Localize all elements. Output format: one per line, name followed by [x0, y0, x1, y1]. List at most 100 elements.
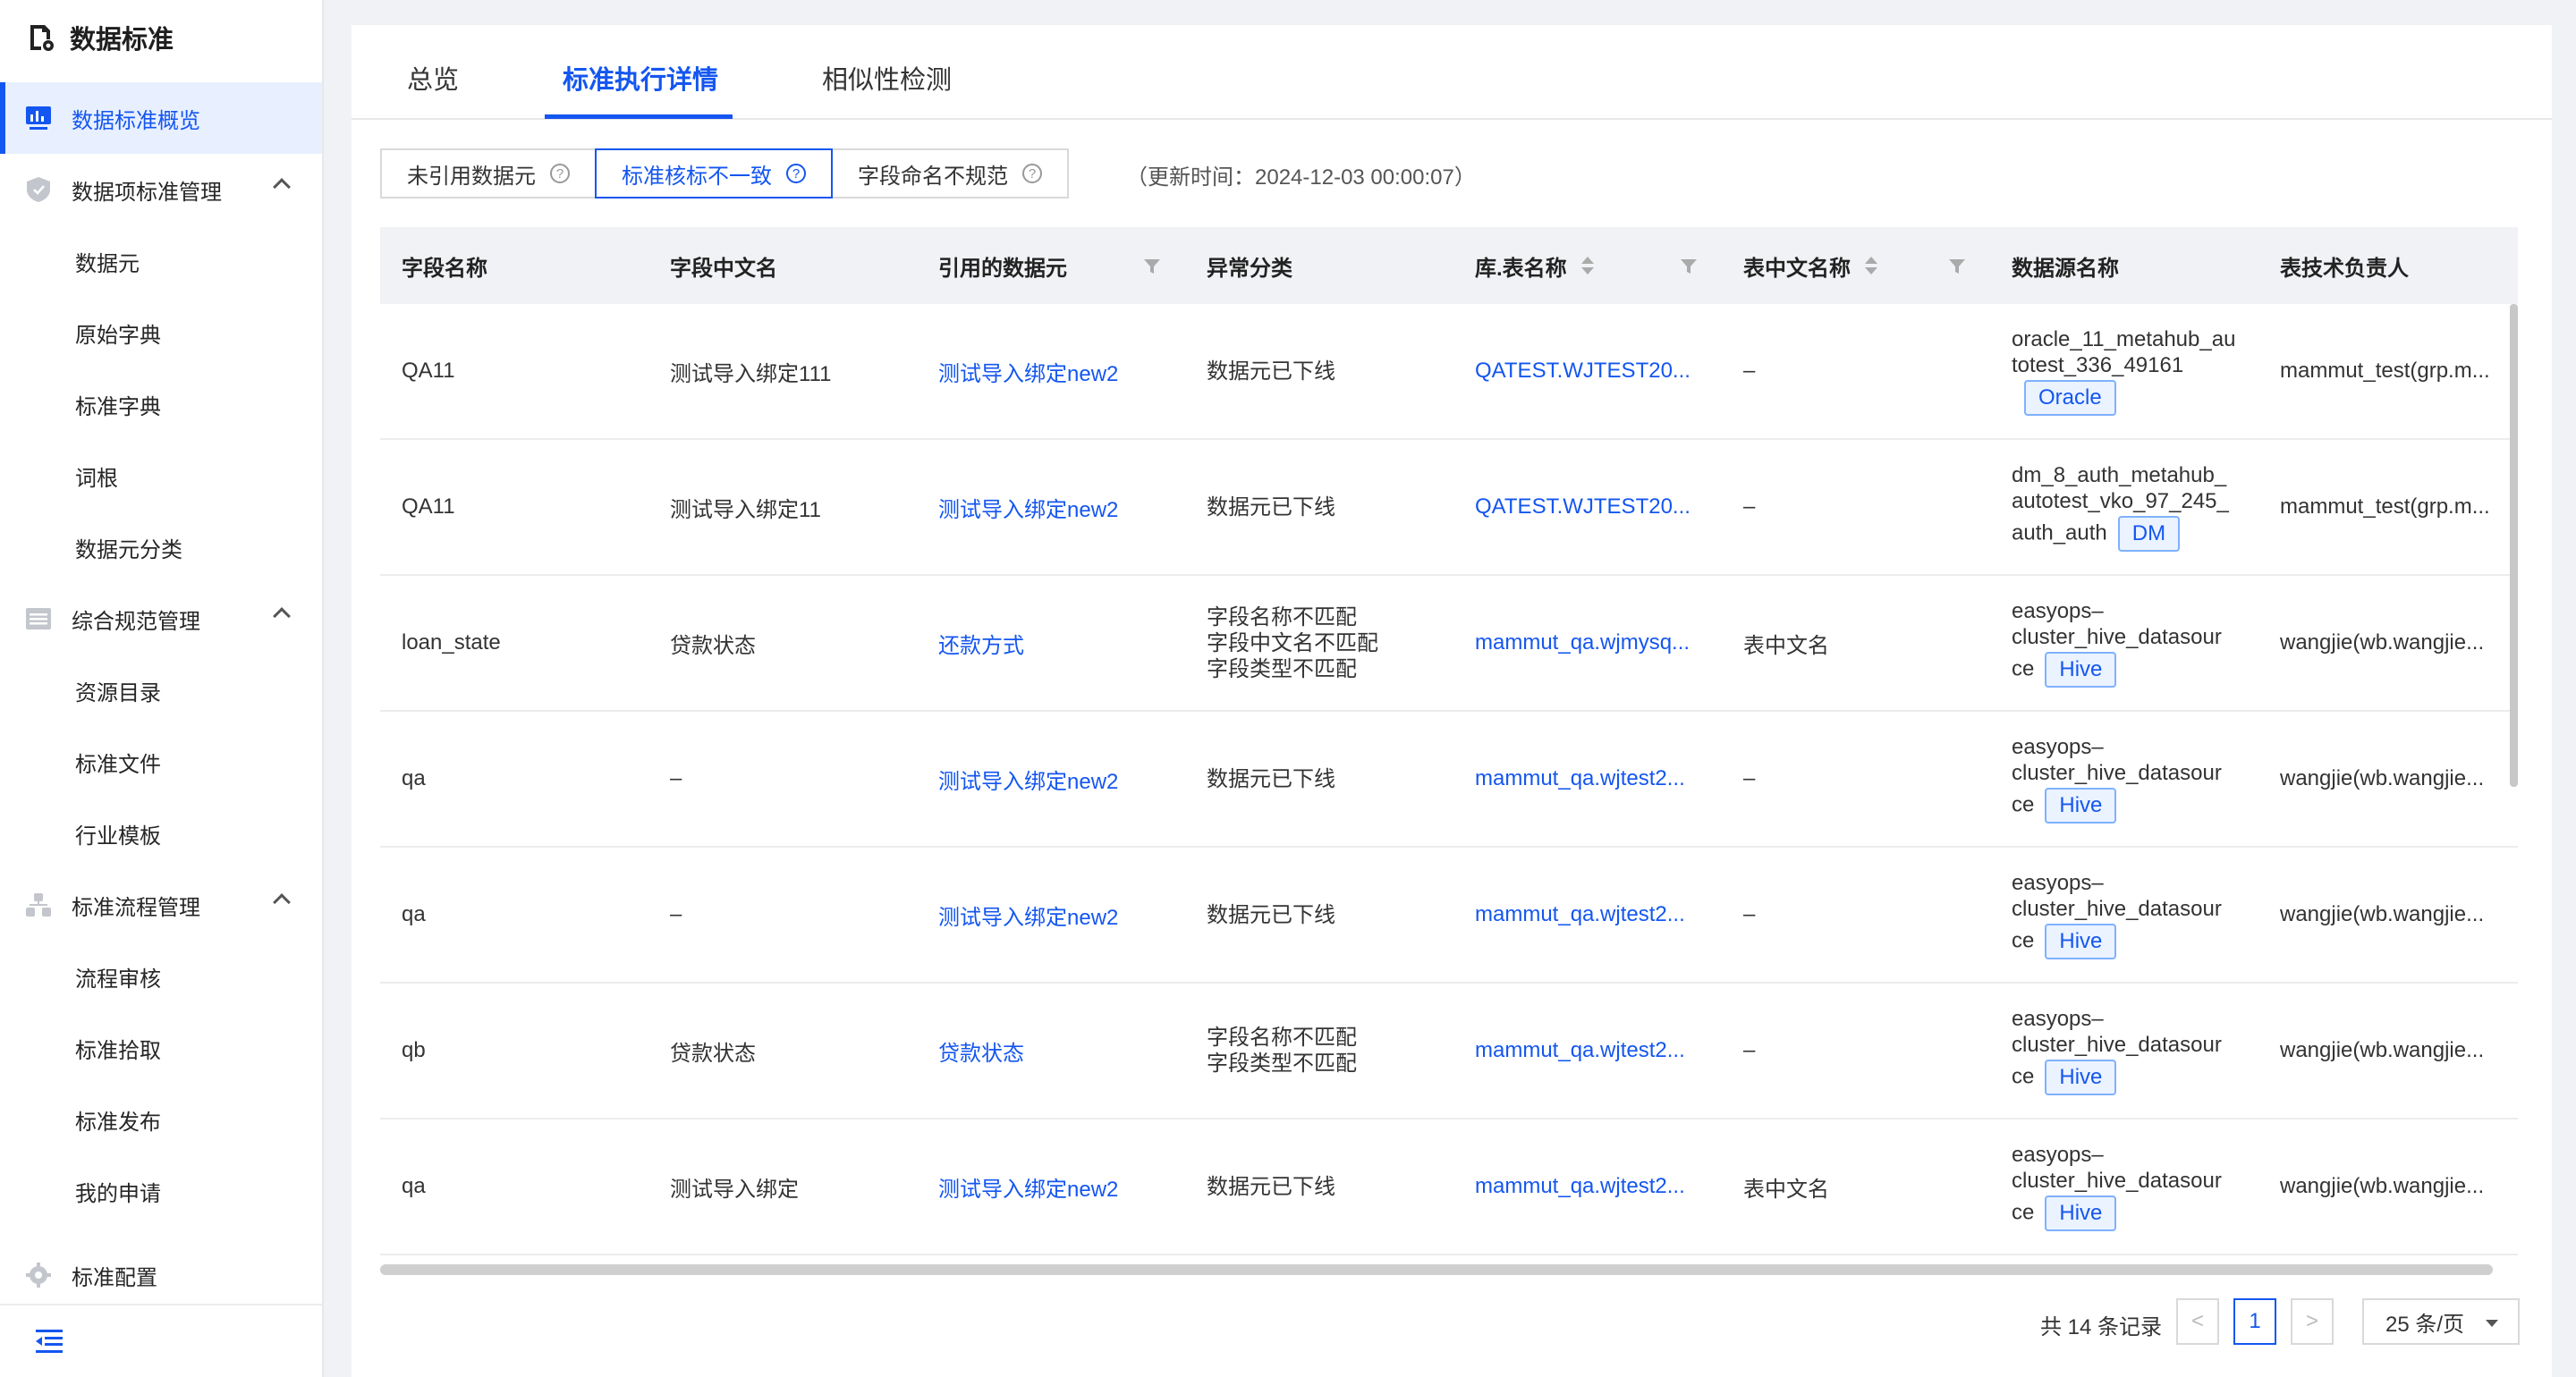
datasource-text: cluster_hive_datasour — [2012, 1033, 2222, 1057]
sidebar-item-9[interactable]: 标准文件 — [0, 726, 322, 798]
datasource-text: easyops– — [2012, 1007, 2104, 1031]
issue-text: 字段中文名不匹配 — [1207, 630, 1378, 655]
tab-execution-details[interactable]: 标准执行详情 — [563, 59, 718, 97]
cell-issue-type: 字段名称不匹配 字段中文名不匹配 字段类型不匹配 — [1207, 576, 1448, 710]
cell-db-table-link[interactable]: mammut_qa.wjtest2... — [1475, 984, 1716, 1118]
cell-ref-element-link[interactable]: 测试导入绑定new2 — [938, 848, 1180, 982]
vertical-scrollbar[interactable] — [2510, 304, 2518, 787]
filter-unreferenced-elements[interactable]: 未引用数据元? — [380, 148, 597, 199]
cell-field-name: QA11 — [402, 359, 455, 383]
tab-bar: 总览 标准执行详情 相似性检测 — [352, 25, 2552, 120]
list-icon — [25, 605, 52, 632]
datasource-type-tag: Oracle — [2024, 380, 2116, 416]
issue-text: 数据元已下线 — [1207, 359, 1335, 384]
cell-field-name: QA11 — [402, 494, 455, 519]
sidebar-item-13[interactable]: 标准拾取 — [0, 1012, 322, 1084]
sidebar-item-11[interactable]: 标准流程管理 — [0, 869, 322, 941]
cell-field-cn-name: 测试导入绑定11 — [670, 497, 821, 522]
sidebar-item-label: 标准拾取 — [75, 1038, 161, 1063]
datasource-text: oracle_11_metahub_au — [2012, 327, 2236, 351]
col-field-name: 字段名称 — [402, 256, 487, 281]
chevron-up-icon[interactable] — [273, 178, 291, 196]
collapse-icon — [36, 1330, 63, 1353]
sidebar-item-4[interactable]: 标准字典 — [0, 368, 322, 440]
sort-icon[interactable] — [1580, 257, 1594, 275]
datasource-type-tag: Hive — [2045, 788, 2117, 824]
cell-datasource: easyops– cluster_hive_datasour ce Hive — [2012, 712, 2253, 846]
datasource-type-tag: Hive — [2045, 1195, 2117, 1231]
filter-naming-violation[interactable]: 字段命名不规范? — [831, 148, 1069, 199]
cell-field-name: loan_state — [402, 630, 501, 655]
cell-db-table-link[interactable]: QATEST.WJTEST20... — [1475, 304, 1716, 438]
sidebar-item-1[interactable]: 数据项标准管理 — [0, 154, 322, 225]
collapse-sidebar-button[interactable] — [0, 1304, 322, 1377]
pagination-next-button[interactable]: > — [2291, 1298, 2334, 1345]
cell-field-name: qa — [402, 766, 426, 790]
cell-db-table-link[interactable]: mammut_qa.wjtest2... — [1475, 1119, 1716, 1254]
datasource-text: ce — [2012, 1064, 2035, 1089]
tab-similarity-check[interactable]: 相似性检测 — [822, 59, 952, 97]
cell-field-cn-name: 贷款状态 — [670, 1041, 756, 1066]
filter-standard-mismatch[interactable]: 标准核标不一致? — [595, 148, 833, 199]
datasource-text: auth_auth — [2012, 520, 2107, 545]
cell-table-cn-name: – — [1743, 766, 1756, 790]
help-icon: ? — [550, 164, 570, 183]
cell-table-cn-name: 表中文名 — [1743, 633, 1829, 658]
sidebar-item-3[interactable]: 原始字典 — [0, 297, 322, 368]
cell-datasource: easyops– cluster_hive_datasource Hive — [2012, 984, 2253, 1118]
chevron-up-icon[interactable] — [273, 893, 291, 911]
table-row: QA11 测试导入绑定11 测试导入绑定new2 数据元已下线 QATEST.WJTES… — [380, 440, 2518, 576]
datasource-type-tag: Hive — [2045, 1060, 2117, 1095]
cell-db-table-link[interactable]: mammut_qa.wjmysq... — [1475, 576, 1716, 710]
sidebar-item-15[interactable]: 我的申请 — [0, 1155, 322, 1227]
sidebar-item-label: 综合规范管理 — [72, 609, 200, 634]
sidebar-item-6[interactable]: 数据元分类 — [0, 511, 322, 583]
sidebar-item-5[interactable]: 词根 — [0, 440, 322, 511]
issue-text: 字段名称不匹配 — [1207, 1026, 1357, 1050]
horizontal-scrollbar[interactable] — [380, 1264, 2493, 1275]
sidebar-item-10[interactable]: 行业模板 — [0, 798, 322, 869]
cell-db-table-link[interactable]: QATEST.WJTEST20... — [1475, 440, 1716, 574]
sort-icon[interactable] — [1865, 257, 1877, 275]
app-title: 数据标准 — [70, 26, 174, 55]
cell-ref-element-link[interactable]: 测试导入绑定new2 — [938, 1119, 1180, 1254]
pagination-page-1[interactable]: 1 — [2233, 1298, 2276, 1345]
tab-overview[interactable]: 总览 — [407, 59, 459, 97]
cell-ref-element-link[interactable]: 贷款状态 — [938, 984, 1180, 1118]
cell-field-name: qa — [402, 902, 426, 926]
sidebar-item-label: 标准配置 — [72, 1265, 157, 1290]
data-table: 字段名称 字段中文名 引用的数据元 异常分类 库.表名称 表中文名称 数据源名称… — [380, 227, 2518, 1255]
datasource-text: cluster_hive_datasour — [2012, 897, 2222, 921]
cell-table-owner: wangjie(wb.wangjie... — [2280, 630, 2485, 655]
sidebar-item-16[interactable]: 标准配置 — [0, 1239, 322, 1311]
pagination-prev-button[interactable]: < — [2176, 1298, 2219, 1345]
sidebar-item-7[interactable]: 综合规范管理 — [0, 583, 322, 655]
cell-ref-element-link[interactable]: 测试导入绑定new2 — [938, 440, 1180, 574]
cell-db-table-link[interactable]: mammut_qa.wjtest2... — [1475, 848, 1716, 982]
filter-icon[interactable] — [1143, 258, 1161, 275]
col-issue-type: 异常分类 — [1207, 256, 1292, 281]
cell-datasource: dm_8_auth_metahub_ autotest_vko_97_245_ au… — [2012, 440, 2253, 574]
chevron-up-icon[interactable] — [273, 607, 291, 625]
filter-icon[interactable] — [1948, 258, 1966, 275]
filter-icon[interactable] — [1680, 258, 1698, 275]
sidebar-item-label: 行业模板 — [75, 824, 161, 849]
cell-ref-element-link[interactable]: 还款方式 — [938, 576, 1180, 710]
datasource-text: easyops– — [2012, 599, 2104, 623]
cell-table-cn-name: – — [1743, 359, 1756, 383]
sidebar-item-14[interactable]: 标准发布 — [0, 1084, 322, 1155]
flow-icon — [25, 891, 52, 918]
page-size-select[interactable]: 25 条/页 — [2362, 1298, 2520, 1345]
cell-field-cn-name: 贷款状态 — [670, 633, 756, 658]
cell-field-cn-name: – — [670, 766, 682, 790]
chevron-down-icon — [2486, 1320, 2498, 1327]
cell-ref-element-link[interactable]: 测试导入绑定new2 — [938, 712, 1180, 846]
sidebar-item-2[interactable]: 数据元 — [0, 225, 322, 297]
sidebar-item-8[interactable]: 资源目录 — [0, 655, 322, 726]
sidebar-item-12[interactable]: 流程审核 — [0, 941, 322, 1012]
cell-db-table-link[interactable]: mammut_qa.wjtest2... — [1475, 712, 1716, 846]
cell-ref-element-link[interactable]: 测试导入绑定new2 — [938, 304, 1180, 438]
sidebar-item-0[interactable]: 数据标准概览 — [0, 82, 322, 154]
cell-issue-type: 数据元已下线 — [1207, 440, 1448, 574]
sidebar-item-label: 资源目录 — [75, 680, 161, 705]
